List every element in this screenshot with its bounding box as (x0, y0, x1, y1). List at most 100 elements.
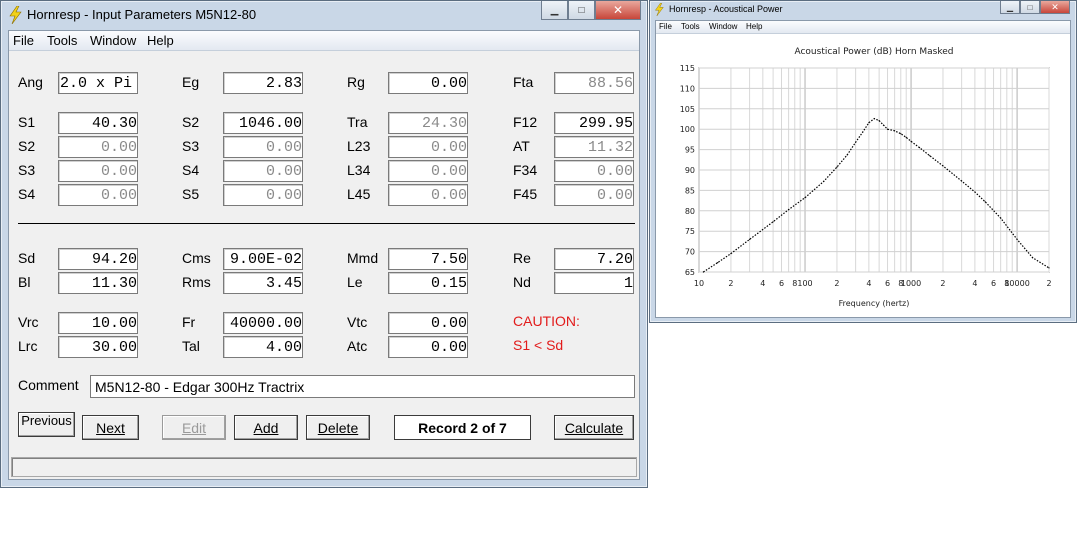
maximize-button[interactable]: □ (1020, 1, 1040, 14)
param-field[interactable]: 0.00 (388, 184, 468, 206)
acoustical-power-chart: Acoustical Power (dB) Horn Masked 115 110 1… (680, 47, 1052, 308)
title-bar[interactable]: Hornresp - Acoustical Power ▁ □ ✕ (650, 1, 1076, 19)
param-label: S5 (182, 186, 200, 202)
data-point (905, 136, 907, 138)
param-label: L23 (347, 138, 371, 154)
param-field[interactable]: 9.00E-02 (223, 248, 303, 270)
param-label: Vtc (347, 314, 368, 330)
menu-file[interactable]: File (13, 33, 34, 48)
param-label: F45 (513, 186, 538, 202)
x-tick-label: 1000 (901, 279, 921, 288)
param-field[interactable]: 11.32 (554, 136, 634, 158)
menu-file[interactable]: File (659, 22, 672, 31)
status-bar (11, 457, 637, 477)
x-tick-label: 4 (972, 279, 977, 288)
menu-help[interactable]: Help (746, 22, 762, 31)
data-point (717, 262, 719, 264)
param-field[interactable]: 2.83 (223, 72, 303, 94)
minimize-button[interactable]: ▁ (541, 1, 568, 20)
calculate-button[interactable]: Calculate (554, 415, 634, 440)
x-tick-label: 6 (991, 279, 996, 288)
param-label: S3 (18, 162, 36, 178)
param-field[interactable]: 3.45 (223, 272, 303, 294)
param-field[interactable]: 30.00 (58, 336, 138, 358)
param-field[interactable]: 0.00 (554, 184, 634, 206)
param-field[interactable]: 0.00 (388, 136, 468, 158)
close-button[interactable]: ✕ (1040, 1, 1070, 14)
close-button[interactable]: ✕ (595, 1, 641, 20)
param-field[interactable]: 1 (554, 272, 634, 294)
data-point (974, 191, 976, 193)
data-point (702, 271, 704, 273)
menu-tools[interactable]: Tools (681, 22, 700, 31)
next-button[interactable]: Next (82, 415, 139, 440)
param-field[interactable]: 0.00 (388, 160, 468, 182)
maximize-button[interactable]: □ (568, 1, 595, 20)
y-tick-label: 100 (680, 125, 695, 134)
chart-title: Acoustical Power (dB) Horn Masked (794, 47, 953, 57)
param-field[interactable]: 7.50 (388, 248, 468, 270)
menu-bar: File Tools Window Help (656, 21, 1070, 34)
param-label: Rms (182, 274, 211, 290)
param-field[interactable]: 10.00 (58, 312, 138, 334)
x-tick-label: 4 (866, 279, 871, 288)
y-tick-label: 115 (680, 64, 695, 73)
param-field[interactable]: 88.56 (554, 72, 634, 94)
param-field[interactable]: 0.00 (223, 136, 303, 158)
param-field[interactable]: 0.00 (388, 336, 468, 358)
comment-label: Comment (18, 377, 79, 393)
param-field[interactable]: 24.30 (388, 112, 468, 134)
menu-help[interactable]: Help (147, 33, 174, 48)
caution-title: CAUTION: (513, 313, 580, 329)
param-field[interactable]: 299.95 (554, 112, 634, 134)
menu-tools[interactable]: Tools (47, 33, 77, 48)
minimize-button[interactable]: ▁ (1000, 1, 1020, 14)
data-point (1032, 257, 1034, 259)
data-point (868, 122, 870, 124)
x-tick-label: 2 (1046, 279, 1051, 288)
param-field[interactable]: 7.20 (554, 248, 634, 270)
title-bar[interactable]: Hornresp - Input Parameters M5N12-80 ▁ □… (1, 1, 647, 29)
param-field[interactable]: 0.00 (58, 184, 138, 206)
param-field[interactable]: 0.00 (554, 160, 634, 182)
input-client-area: File Tools Window Help Ang 2.0 x Pi Eg 2.83… (8, 30, 640, 480)
param-field[interactable]: 2.0 x Pi (58, 72, 138, 94)
param-label: S2 (182, 114, 200, 130)
previous-button[interactable]: Previous (18, 412, 75, 437)
param-field[interactable]: 40.30 (58, 112, 138, 134)
add-button[interactable]: Add (234, 415, 298, 440)
param-field[interactable]: 0.00 (58, 136, 138, 158)
param-field[interactable]: 0.00 (388, 72, 468, 94)
data-point (862, 131, 864, 133)
param-field[interactable]: 0.00 (388, 312, 468, 334)
edit-button[interactable]: Edit (162, 415, 226, 440)
data-point (788, 209, 790, 211)
delete-button[interactable]: Delete (306, 415, 370, 440)
data-point (894, 130, 896, 132)
x-tick-label: 6 (779, 279, 784, 288)
param-label: Nd (513, 274, 531, 290)
param-field[interactable]: 1046.00 (223, 112, 303, 134)
input-parameters-window: Hornresp - Input Parameters M5N12-80 ▁ □… (0, 0, 648, 488)
param-label: S2 (18, 138, 36, 154)
param-label: Atc (347, 338, 368, 354)
data-point (1048, 267, 1050, 269)
param-field[interactable]: 0.00 (223, 184, 303, 206)
comment-field[interactable]: M5N12-80 - Edgar 300Hz Tractrix (90, 375, 635, 398)
data-point (749, 238, 751, 240)
param-field[interactable]: 94.20 (58, 248, 138, 270)
param-field[interactable]: 11.30 (58, 272, 138, 294)
x-tick-label: 100 (797, 279, 812, 288)
param-field[interactable]: 0.00 (223, 160, 303, 182)
param-label: AT (513, 138, 530, 154)
param-field[interactable]: 0.00 (58, 160, 138, 182)
param-field[interactable]: 0.15 (388, 272, 468, 294)
data-point (804, 197, 806, 199)
param-field[interactable]: 4.00 (223, 336, 303, 358)
x-tick-label: 2 (940, 279, 945, 288)
menu-window[interactable]: Window (709, 22, 737, 31)
param-field[interactable]: 40000.00 (223, 312, 303, 334)
menu-window[interactable]: Window (90, 33, 136, 48)
param-label: Ang (18, 74, 43, 90)
caution-text: S1 < Sd (513, 337, 564, 353)
